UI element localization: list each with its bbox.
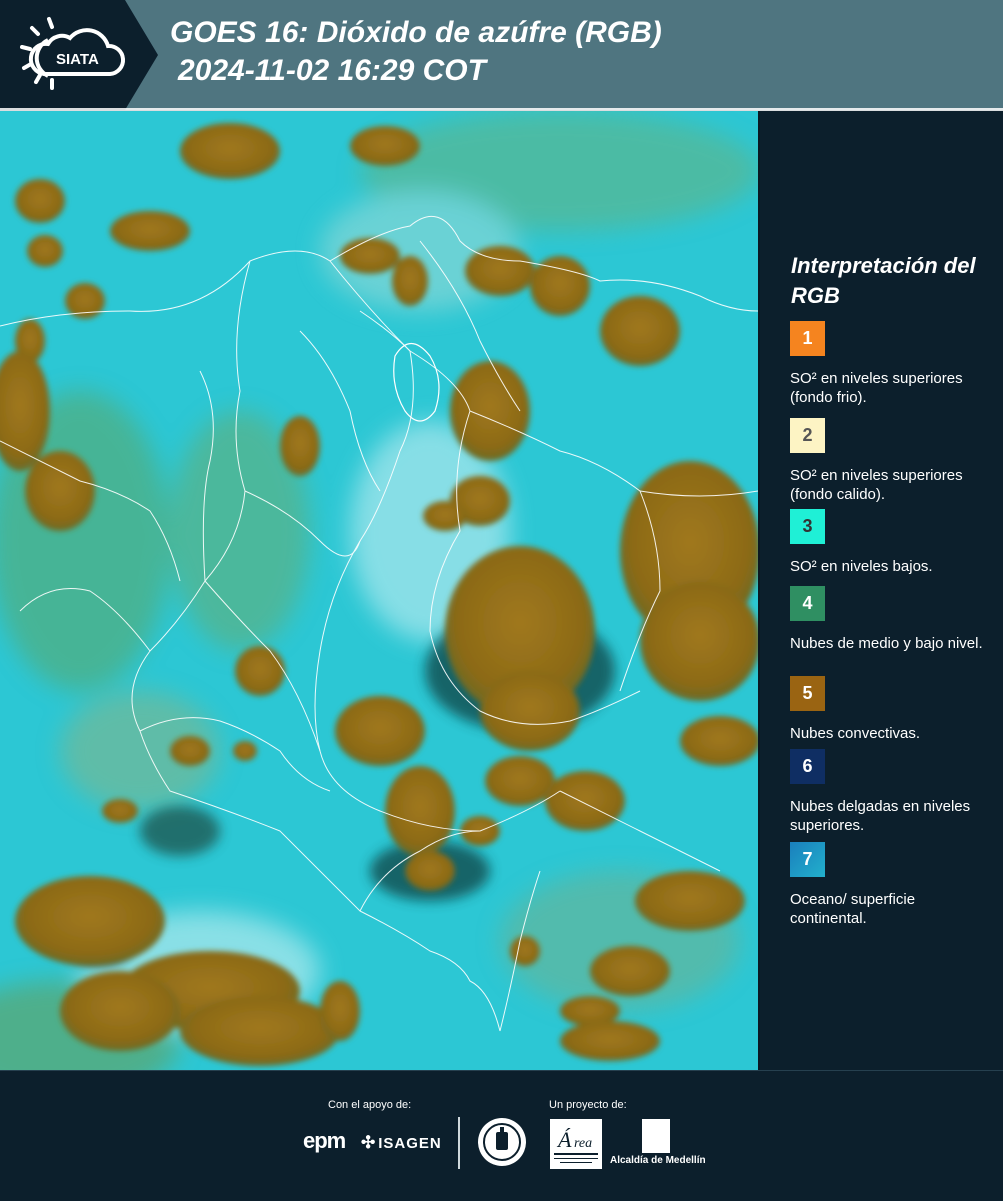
satellite-image[interactable] (0, 111, 758, 1070)
shield-icon (642, 1119, 670, 1153)
legend-item-label: Oceano/ superficie continental. (790, 891, 916, 927)
legend-title: Interpretación del RGB (791, 253, 976, 308)
legend-swatch: 5 (790, 676, 825, 711)
page-title: GOES 16: Dióxido de azúfre (RGB) (170, 16, 662, 49)
project-caption: Un proyecto de: (549, 1099, 627, 1111)
legend-swatch: 7 (790, 842, 825, 877)
legend-swatch: 4 (790, 586, 825, 621)
legend-item-label: SO² en niveles bajos. (790, 558, 933, 575)
legend-item: 7 Oceano/ superficie continental. (790, 842, 990, 928)
legend-item: 4 Nubes de medio y bajo nivel. (790, 586, 990, 653)
svg-text:rea: rea (574, 1136, 592, 1151)
area-metropolitana-logo[interactable]: Á rea (550, 1119, 602, 1169)
legend-item-label: SO² en niveles superiores (fondo calido)… (790, 467, 963, 503)
footer: Con el apoyo de: Un proyecto de: epm ✣ IS… (0, 1070, 1003, 1201)
page-timestamp: 2024-11-02 16:29 COT (178, 54, 486, 87)
legend-swatch: 1 (790, 321, 825, 356)
alcaldia-label: Alcaldía de Medellín (610, 1155, 706, 1166)
legend-swatch: 3 (790, 509, 825, 544)
legend-item-label: Nubes de medio y bajo nivel. (790, 635, 983, 652)
legend-item: 6 Nubes delgadas en niveles superiores. (790, 749, 990, 835)
legend-item-label: SO² en niveles superiores (fondo frio). (790, 370, 963, 406)
legend-swatch: 2 (790, 418, 825, 453)
header-bar: SIATA GOES 16: Dióxido de azúfre (RGB) 2… (0, 0, 1003, 110)
epm-logo[interactable]: epm (303, 1128, 346, 1154)
legend-item-label: Nubes delgadas en niveles superiores. (790, 798, 971, 834)
footer-divider (458, 1117, 460, 1169)
logo-text: SIATA (56, 51, 99, 68)
alcaldia-medellin-logo[interactable]: Alcaldía de Medellín (610, 1119, 706, 1166)
legend-item: 2 SO² en niveles superiores (fondo calid… (790, 418, 990, 504)
isagen-logo[interactable]: ✣ ISAGEN (361, 1133, 442, 1153)
legend-panel: Interpretación del RGB 1 SO² en niveles … (758, 111, 1003, 1070)
siata-logo[interactable]: SIATA (0, 0, 158, 110)
legend-item: 3 SO² en niveles bajos. (790, 509, 990, 576)
legend-item: 5 Nubes convectivas. (790, 676, 990, 743)
support-caption: Con el apoyo de: (328, 1099, 412, 1111)
legend-swatch: 6 (790, 749, 825, 784)
isagen-label: ISAGEN (378, 1135, 442, 1152)
legend-item-label: Nubes convectivas. (790, 725, 921, 742)
isagen-icon: ✣ (361, 1133, 377, 1152)
svg-text:Á: Á (556, 1127, 572, 1152)
legend-item: 1 SO² en niveles superiores (fondo frio)… (790, 321, 990, 407)
medellin-seal-icon[interactable] (477, 1117, 527, 1172)
